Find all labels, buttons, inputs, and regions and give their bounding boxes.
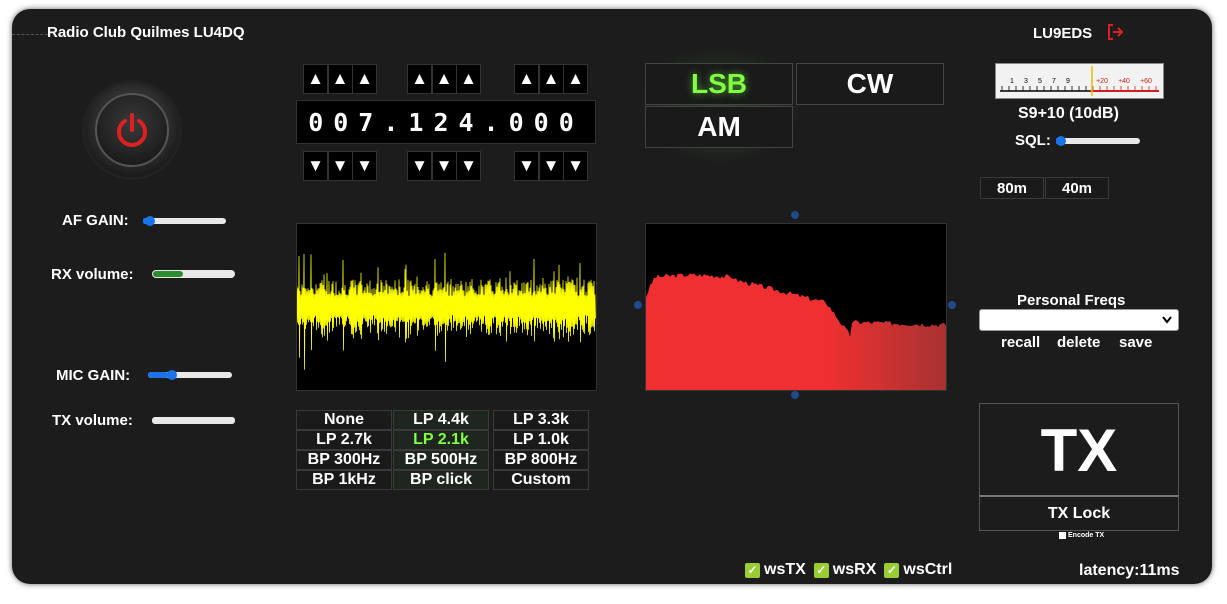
af-gain-label: AF GAIN: xyxy=(62,212,129,229)
s-meter-label: 9 xyxy=(1066,78,1070,85)
check-icon: ✓ xyxy=(745,562,760,578)
mode-am-button[interactable]: AM xyxy=(645,106,793,148)
mode-glow xyxy=(630,40,810,170)
tune-down-button[interactable]: ▼ xyxy=(563,151,588,181)
dashed-line xyxy=(12,34,48,35)
power-icon xyxy=(117,113,147,147)
personal-freqs-select[interactable] xyxy=(979,309,1179,331)
connection-status: ✓ wsTX ✓ wsRX ✓ wsCtrl xyxy=(745,561,960,579)
s-meter-reading: S9+10 (10dB) xyxy=(1018,105,1119,122)
tune-up-button[interactable]: ▲ xyxy=(456,64,481,94)
s-meter-label: +40 xyxy=(1118,78,1130,85)
audio-spectrum xyxy=(645,223,947,391)
check-icon: ✓ xyxy=(813,562,829,578)
chevron-down-icon xyxy=(1162,316,1172,324)
user-callsign: LU9EDS xyxy=(1033,25,1093,42)
frequency-display[interactable]: 007.124.000 xyxy=(296,100,596,144)
tune-down-button[interactable]: ▼ xyxy=(407,151,432,181)
filter-button[interactable]: BP 500Hz xyxy=(393,450,489,470)
filter-button[interactable]: BP click xyxy=(393,470,489,490)
tx-button[interactable]: TX xyxy=(979,403,1179,497)
filter-button[interactable]: BP 300Hz xyxy=(296,450,392,470)
filter-button[interactable]: LP 3.3k xyxy=(493,410,589,430)
tune-up-button[interactable]: ▲ xyxy=(352,64,377,94)
band-40m-button[interactable]: 40m xyxy=(1045,177,1109,199)
power-button[interactable] xyxy=(82,80,182,180)
tx-button-label: TX xyxy=(1040,416,1118,484)
filter-button[interactable]: LP 4.4k xyxy=(393,410,489,430)
mode-cw-button[interactable]: CW xyxy=(796,63,944,105)
tune-up-button[interactable]: ▲ xyxy=(514,64,539,94)
tx-lock-button[interactable]: TX Lock xyxy=(979,495,1179,531)
club-title: Radio Club Quilmes LU4DQ xyxy=(47,24,245,41)
tune-down-button[interactable]: ▼ xyxy=(431,151,457,181)
recall-link[interactable]: recall xyxy=(1001,334,1040,351)
save-link[interactable]: save xyxy=(1119,334,1152,351)
s-meter-label: 3 xyxy=(1024,78,1028,85)
mode-lsb-button[interactable]: LSB xyxy=(645,63,793,105)
spectrum-handle-right[interactable] xyxy=(948,301,956,309)
mic-gain-label: MIC GAIN: xyxy=(56,367,131,384)
delete-link[interactable]: delete xyxy=(1057,334,1100,351)
filter-button[interactable]: None xyxy=(296,410,392,430)
rx-volume-label: RX volume: xyxy=(51,266,134,283)
tune-down-button[interactable]: ▼ xyxy=(514,151,539,181)
spectrum-area xyxy=(646,273,946,390)
sql-thumb[interactable] xyxy=(1056,136,1066,146)
latency-readout: latency:11ms xyxy=(1079,562,1180,579)
tune-up-button[interactable]: ▲ xyxy=(303,64,328,94)
sql-slider[interactable] xyxy=(1056,136,1140,146)
filter-button[interactable]: BP 800Hz xyxy=(493,450,589,470)
logout-icon[interactable] xyxy=(1106,23,1124,41)
mic-gain-thumb[interactable] xyxy=(167,370,177,380)
filter-button[interactable]: LP 2.7k xyxy=(296,430,392,450)
band-80m-button[interactable]: 80m xyxy=(980,177,1044,199)
tune-down-button[interactable]: ▼ xyxy=(538,151,564,181)
tune-up-button[interactable]: ▲ xyxy=(563,64,588,94)
s-meter-label: 5 xyxy=(1038,78,1042,85)
encode-tx-checkbox[interactable] xyxy=(1059,532,1066,539)
tune-up-button[interactable]: ▲ xyxy=(407,64,432,94)
tune-down-button[interactable]: ▼ xyxy=(327,151,353,181)
waveform-plot xyxy=(296,252,596,370)
wsrx-status: ✓ wsRX xyxy=(813,561,876,579)
tune-up-button[interactable]: ▲ xyxy=(431,64,457,94)
af-gain-thumb[interactable] xyxy=(145,216,155,226)
s-meter-label: +60 xyxy=(1140,78,1152,85)
tune-down-button[interactable]: ▼ xyxy=(456,151,481,181)
waveform-trace xyxy=(296,252,596,370)
tx-volume-meter[interactable] xyxy=(152,417,235,424)
rx-volume-fill xyxy=(153,271,183,277)
spectrum-handle-left[interactable] xyxy=(634,301,642,309)
tune-down-button[interactable]: ▼ xyxy=(303,151,328,181)
s-meter-label: 7 xyxy=(1052,78,1056,85)
audio-waveform xyxy=(296,223,597,391)
wstx-status: ✓ wsTX xyxy=(745,561,806,579)
filter-button[interactable]: BP 1kHz xyxy=(296,470,392,490)
s-meter-label: +20 xyxy=(1096,78,1108,85)
s-meter: 1 3 5 7 9 +20 +40 +60 xyxy=(995,63,1164,99)
sql-label: SQL: xyxy=(1015,132,1051,149)
spectrum-handle-bottom[interactable] xyxy=(791,391,799,399)
encode-tx-label: Encode TX xyxy=(1068,532,1105,539)
filter-button[interactable]: Custom xyxy=(493,470,589,490)
personal-freqs-title: Personal Freqs xyxy=(1017,292,1126,309)
spectrum-plot xyxy=(646,273,946,390)
tune-up-button[interactable]: ▲ xyxy=(327,64,353,94)
check-icon: ✓ xyxy=(884,562,900,578)
tx-volume-label: TX volume: xyxy=(52,412,133,429)
rx-volume-meter[interactable] xyxy=(152,270,235,278)
af-gain-slider[interactable] xyxy=(143,216,226,226)
spectrum-handle-top[interactable] xyxy=(791,211,799,219)
mic-gain-slider[interactable] xyxy=(148,370,232,380)
filter-button[interactable]: LP 1.0k xyxy=(493,430,589,450)
wsctrl-status: ✓ wsCtrl xyxy=(884,561,952,579)
tune-up-button[interactable]: ▲ xyxy=(538,64,564,94)
s-meter-label: 1 xyxy=(1010,78,1014,85)
s-meter-scale: 1 3 5 7 9 +20 +40 +60 xyxy=(1000,66,1159,96)
mic-gain-fill xyxy=(148,372,169,378)
tx-lock-label: TX Lock xyxy=(1047,504,1111,522)
filter-button[interactable]: LP 2.1k xyxy=(393,430,489,450)
tune-down-button[interactable]: ▼ xyxy=(352,151,377,181)
